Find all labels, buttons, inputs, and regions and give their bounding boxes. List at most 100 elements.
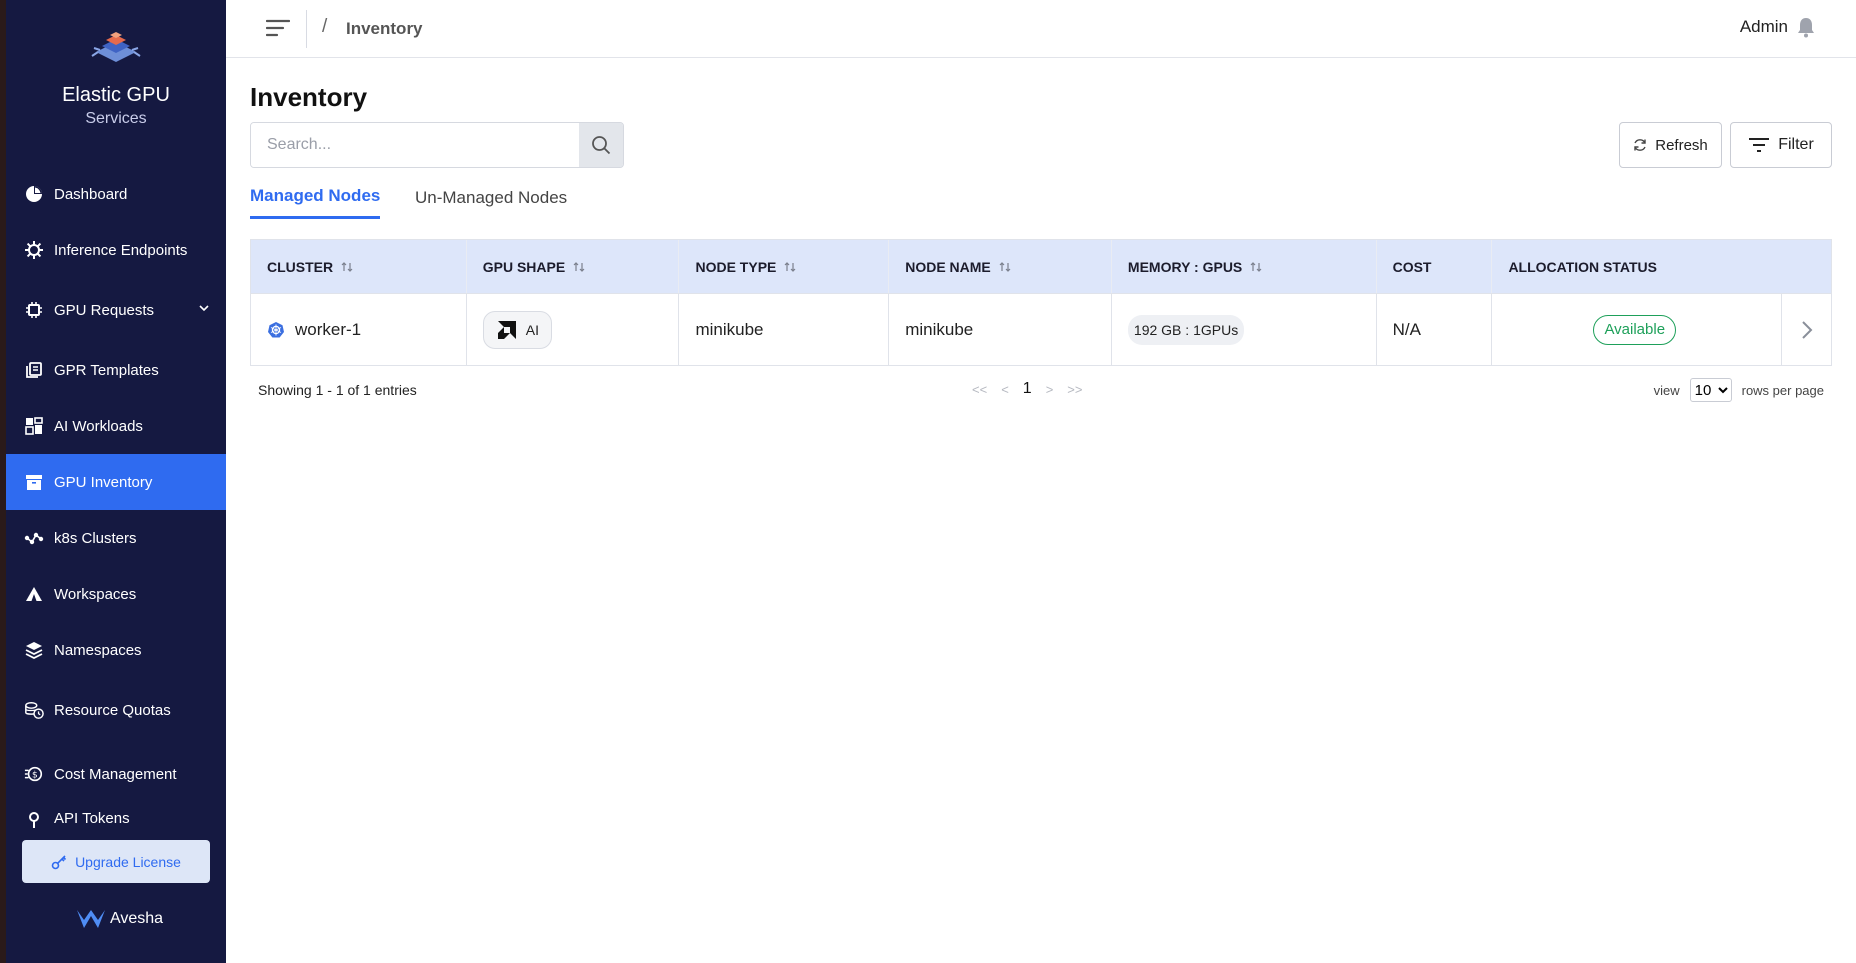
footer-brand: Avesha xyxy=(76,908,163,930)
divider xyxy=(306,10,307,48)
column-label: MEMORY : GPUS xyxy=(1127,258,1243,275)
column-header-gpu-shape[interactable]: GPU SHAPE xyxy=(467,240,680,293)
search-input[interactable] xyxy=(251,123,579,167)
money-icon: $ xyxy=(24,764,44,784)
table-header: CLUSTER GPU SHAPE NODE TYPE NODE NAME ME… xyxy=(251,240,1831,293)
sidebar-item-label: Dashboard xyxy=(54,185,128,203)
sidebar-item-dashboard[interactable]: Dashboard xyxy=(6,166,226,222)
sidebar-item-ai-workloads[interactable]: AI Workloads xyxy=(6,398,226,454)
cell-gpu-shape: AI xyxy=(467,294,680,365)
cell-node-type: minikube xyxy=(679,294,890,365)
cluster-name: worker-1 xyxy=(295,319,362,339)
rows-per-page-select[interactable]: 10 xyxy=(1689,378,1732,402)
sort-icon[interactable] xyxy=(999,261,1011,273)
gpu-shape-label: AI xyxy=(525,321,539,338)
tab-managed-nodes[interactable]: Managed Nodes xyxy=(250,186,381,219)
sort-icon[interactable] xyxy=(784,261,796,273)
top-bar: / Inventory Admin xyxy=(226,0,1856,58)
pagination: << < 1 > >> xyxy=(972,380,1082,398)
sidebar-item-label: GPU Inventory xyxy=(54,473,153,491)
current-page[interactable]: 1 xyxy=(1023,380,1032,398)
brand: Elastic GPU Services xyxy=(6,26,226,129)
bell-icon[interactable] xyxy=(1796,16,1816,38)
sort-icon[interactable] xyxy=(1250,261,1262,273)
refresh-label: Refresh xyxy=(1655,136,1708,154)
sidebar-item-cost-management[interactable]: $ Cost Management xyxy=(6,746,226,802)
node-type: minikube xyxy=(695,319,764,339)
entries-count: Showing 1 - 1 of 1 entries xyxy=(258,382,417,398)
chevron-down-icon[interactable] xyxy=(198,302,210,314)
last-page-button[interactable]: >> xyxy=(1067,382,1082,397)
sort-icon[interactable] xyxy=(573,261,585,273)
column-label: NODE NAME xyxy=(905,258,991,275)
sort-icon[interactable] xyxy=(341,261,353,273)
column-header-node-type[interactable]: NODE TYPE xyxy=(679,240,890,293)
sidebar-item-k8s-clusters[interactable]: k8s Clusters xyxy=(6,510,226,566)
rows-per-page: view 10 rows per page xyxy=(1654,378,1824,402)
sidebar-item-namespaces[interactable]: Namespaces xyxy=(6,622,226,678)
inventory-table: CLUSTER GPU SHAPE NODE TYPE NODE NAME ME… xyxy=(250,239,1832,366)
cell-node-name: minikube xyxy=(889,294,1112,365)
sidebar-item-label: GPR Templates xyxy=(54,361,159,379)
cost-value: N/A xyxy=(1392,319,1421,339)
upgrade-license-button[interactable]: Upgrade License xyxy=(22,840,210,883)
breadcrumb[interactable]: Inventory xyxy=(346,19,423,39)
prev-page-button[interactable]: < xyxy=(1001,382,1009,397)
sidebar-item-label: Inference Endpoints xyxy=(54,241,188,259)
sidebar-item-label: Resource Quotas xyxy=(54,701,171,719)
brand-logo-icon xyxy=(91,32,141,62)
column-label: COST xyxy=(1392,258,1432,275)
column-header-cluster[interactable]: CLUSTER xyxy=(251,240,467,293)
cell-cluster: worker-1 xyxy=(251,294,467,365)
grid-icon xyxy=(24,416,44,436)
cell-allocation-status: Available xyxy=(1492,294,1783,365)
sidebar-item-resource-quotas[interactable]: Resource Quotas xyxy=(6,682,226,738)
gear-icon xyxy=(24,240,44,260)
sidebar-item-label: API Tokens xyxy=(54,810,130,827)
sidebar-item-inference-endpoints[interactable]: Inference Endpoints xyxy=(6,222,226,278)
sidebar-item-label: Cost Management xyxy=(54,765,177,783)
breadcrumb-separator: / xyxy=(322,16,328,37)
sidebar-item-gpu-inventory[interactable]: GPU Inventory xyxy=(6,454,226,510)
node-name: minikube xyxy=(905,319,974,339)
tent-icon xyxy=(24,584,44,604)
key-icon xyxy=(51,854,67,869)
app-root: Elastic GPU Services Dashboard Inference… xyxy=(0,0,1856,963)
filter-icon xyxy=(1749,138,1770,152)
user-name: Admin xyxy=(1739,17,1788,36)
nodes-icon xyxy=(24,528,44,548)
search-box xyxy=(250,122,624,168)
tab-un-managed-nodes[interactable]: Un-Managed Nodes xyxy=(415,188,567,208)
filter-button[interactable]: Filter xyxy=(1730,122,1832,168)
user-menu[interactable]: Admin xyxy=(1740,16,1816,38)
footer-brand-name: Avesha xyxy=(110,910,164,927)
sidebar-item-label: k8s Clusters xyxy=(54,529,137,547)
table-row[interactable]: worker-1 AI minikube minikube 192 GB : 1… xyxy=(251,293,1831,365)
upgrade-license-label: Upgrade License xyxy=(75,853,181,870)
refresh-icon xyxy=(1634,139,1646,151)
sidebar-item-gpu-requests[interactable]: GPU Requests xyxy=(6,282,226,338)
sidebar-item-workspaces[interactable]: Workspaces xyxy=(6,566,226,622)
refresh-button[interactable]: Refresh xyxy=(1619,122,1722,168)
memory-gpus-chip: 192 GB : 1GPUs xyxy=(1127,314,1245,345)
column-header-allocation-status: ALLOCATION STATUS xyxy=(1492,240,1831,293)
search-button[interactable] xyxy=(579,123,623,167)
sidebar-item-label: Workspaces xyxy=(54,585,137,603)
archive-icon xyxy=(24,472,44,492)
brand-title: Elastic GPU xyxy=(62,84,170,106)
column-header-node-name[interactable]: NODE NAME xyxy=(889,240,1112,293)
first-page-button[interactable]: << xyxy=(972,382,987,397)
row-expand-button[interactable] xyxy=(1782,294,1831,365)
menu-toggle-icon[interactable] xyxy=(266,18,290,38)
column-header-cost: COST xyxy=(1377,240,1493,293)
sidebar-item-gpr-templates[interactable]: GPR Templates xyxy=(6,342,226,398)
next-page-button[interactable]: > xyxy=(1046,382,1054,397)
view-label: view xyxy=(1653,382,1680,398)
sidebar-item-label: AI Workloads xyxy=(54,417,143,435)
sidebar: Elastic GPU Services Dashboard Inference… xyxy=(0,0,226,963)
column-header-memory-gpus[interactable]: MEMORY : GPUS xyxy=(1112,240,1377,293)
column-label: GPU SHAPE xyxy=(482,258,566,275)
chip-icon xyxy=(24,300,44,320)
sidebar-item-api-tokens[interactable]: API Tokens xyxy=(6,806,226,832)
svg-text:$: $ xyxy=(32,771,38,781)
